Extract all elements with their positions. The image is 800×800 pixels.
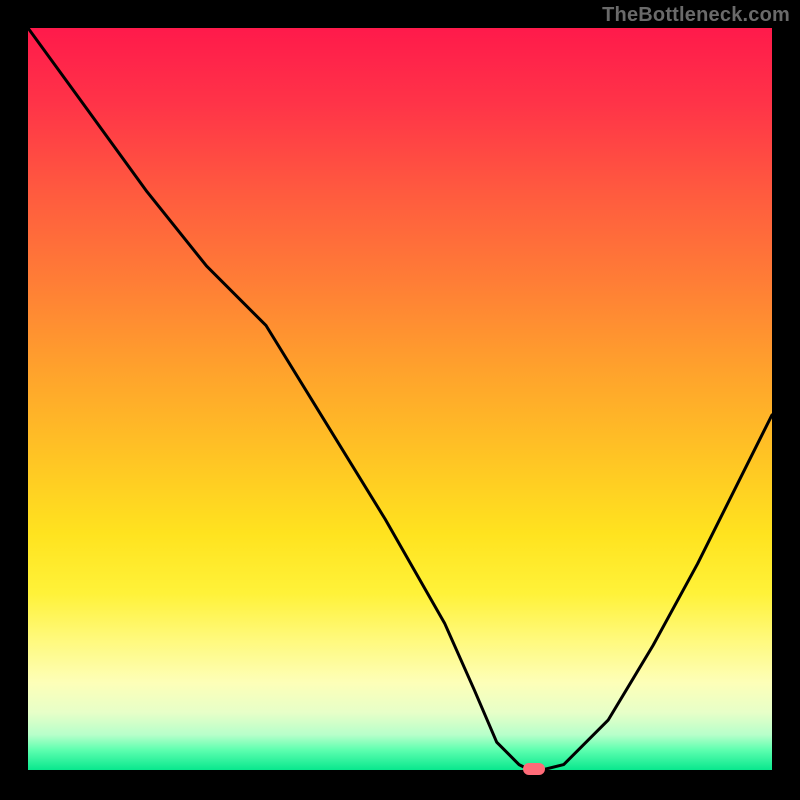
chart-frame: TheBottleneck.com bbox=[0, 0, 800, 800]
curve-svg bbox=[28, 28, 772, 772]
plot-area bbox=[28, 28, 772, 772]
watermark-text: TheBottleneck.com bbox=[602, 4, 790, 27]
bottleneck-curve-path bbox=[28, 28, 772, 772]
x-axis-baseline bbox=[28, 770, 772, 772]
minimum-marker bbox=[523, 763, 545, 775]
